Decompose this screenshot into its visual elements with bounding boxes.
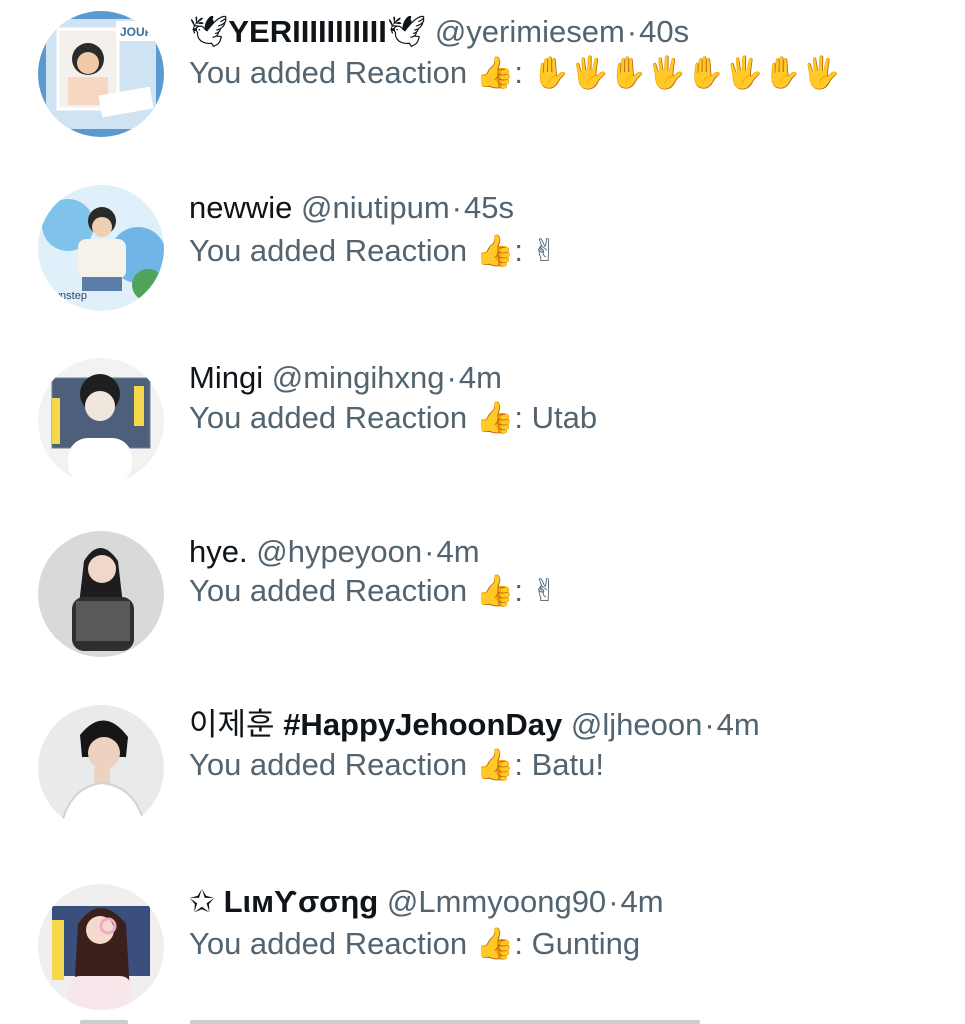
reply-line: You added Reaction 👍: Gunting bbox=[189, 926, 641, 962]
reply-line: You added Reaction 👍: ✋🖐✋🖐✋🖐✋🖐 bbox=[189, 55, 841, 91]
display-name[interactable]: newwie bbox=[189, 190, 292, 225]
avatar[interactable] bbox=[38, 884, 164, 1010]
reply-prefix: You added Reaction bbox=[189, 926, 468, 961]
thumbs-up-icon: 👍 bbox=[475, 400, 515, 436]
reply-value: ✌ bbox=[531, 233, 558, 269]
next-item-partial bbox=[0, 1012, 965, 1024]
reply-line: You added Reaction 👍: Batu! bbox=[189, 747, 604, 783]
display-name[interactable]: YERIIIIIIIIIII bbox=[228, 14, 386, 49]
thumbs-up-icon: 👍 bbox=[475, 55, 515, 91]
header-line: 이제훈 #HappyJehoonDay @ljheoon·4m bbox=[189, 705, 760, 745]
avatar-journey-frame-icon: JOUR bbox=[38, 11, 164, 137]
dot-separator: · bbox=[446, 360, 457, 395]
header-line: hye. @hypeyoon·4m bbox=[189, 532, 480, 572]
dove-icon: 🕊 bbox=[189, 14, 229, 50]
reply-prefix: You added Reaction bbox=[189, 400, 468, 435]
header-line: Mingi @mingihxng·4m bbox=[189, 358, 502, 398]
timestamp[interactable]: 4m bbox=[459, 360, 502, 395]
notification-item[interactable]: ownstep newwie @niutipum·45s You added R… bbox=[0, 175, 965, 335]
timestamp[interactable]: 4m bbox=[717, 707, 760, 742]
avatar[interactable]: JOUR bbox=[38, 11, 164, 137]
reply-prefix: You added Reaction bbox=[189, 573, 468, 608]
svg-text:JOUR: JOUR bbox=[120, 25, 154, 39]
avatar[interactable] bbox=[38, 531, 164, 657]
notification-item[interactable]: ✩ LιмƳσσηg @Lmmyoong90·4m You added Reac… bbox=[0, 880, 965, 1024]
thumbs-up-icon: 👍 bbox=[475, 233, 515, 269]
korean-name-prefix: 이제훈 bbox=[189, 707, 275, 742]
reply-prefix: You added Reaction bbox=[189, 747, 468, 782]
header-line: newwie @niutipum·45s bbox=[189, 188, 514, 228]
handle[interactable]: @mingihxng bbox=[272, 360, 445, 395]
timestamp[interactable]: 45s bbox=[464, 190, 514, 225]
notification-item[interactable]: hye. @hypeyoon·4m You added Reaction 👍: … bbox=[0, 525, 965, 685]
avatar-portrait-grey-icon bbox=[38, 531, 164, 657]
reply-prefix: You added Reaction bbox=[189, 55, 468, 90]
dot-separator: · bbox=[626, 14, 638, 49]
timestamp[interactable]: 4m bbox=[621, 884, 664, 919]
display-name[interactable]: Mingi bbox=[189, 360, 263, 395]
display-name[interactable]: LιмƳσσηg bbox=[224, 884, 379, 919]
reply-line: You added Reaction 👍: ✌ bbox=[189, 233, 558, 269]
reply-line: You added Reaction 👍: ✌ bbox=[189, 573, 558, 609]
dove-icon: 🕊 bbox=[386, 14, 427, 50]
timestamp[interactable]: 40s bbox=[639, 14, 689, 49]
avatar[interactable] bbox=[38, 705, 164, 831]
avatar-portrait-suit-icon bbox=[38, 705, 164, 831]
handle[interactable]: @niutipum bbox=[301, 190, 450, 225]
handle[interactable]: @hypeyoon bbox=[256, 534, 422, 569]
avatar-portrait-aphrodite-icon bbox=[38, 884, 164, 1010]
notification-feed: JOUR 🕊YERIIIIIIIIIII🕊 @yerimiesem·40s Yo… bbox=[0, 0, 965, 1024]
dot-separator: · bbox=[608, 884, 619, 919]
dot-separator: · bbox=[424, 534, 435, 569]
timestamp[interactable]: 4m bbox=[436, 534, 479, 569]
next-header-edge bbox=[190, 1020, 700, 1024]
avatar[interactable]: ownstep bbox=[38, 185, 164, 311]
notification-item[interactable]: 이제훈 #HappyJehoonDay @ljheoon·4m You adde… bbox=[0, 700, 965, 860]
dot-separator: · bbox=[704, 707, 715, 742]
reply-value: Gunting bbox=[531, 926, 641, 961]
avatar-portrait-grid-icon bbox=[38, 358, 164, 484]
svg-text:ownstep: ownstep bbox=[46, 290, 87, 302]
reply-value: Utab bbox=[531, 400, 598, 435]
handle[interactable]: @yerimiesem bbox=[435, 14, 625, 49]
handle[interactable]: @Lmmyoong90 bbox=[387, 884, 606, 919]
avatar[interactable] bbox=[38, 358, 164, 484]
display-name[interactable]: #HappyJehoonDay bbox=[283, 707, 562, 742]
next-avatar-edge bbox=[80, 1020, 128, 1024]
dot-separator: · bbox=[451, 190, 462, 225]
header-line: ✩ LιмƳσσηg @Lmmyoong90·4m bbox=[189, 882, 664, 922]
thumbs-up-icon: 👍 bbox=[475, 926, 515, 962]
notification-item[interactable]: JOUR 🕊YERIIIIIIIIIII🕊 @yerimiesem·40s Yo… bbox=[0, 0, 965, 160]
display-name[interactable]: hye. bbox=[189, 534, 248, 569]
reply-line: You added Reaction 👍: Utab bbox=[189, 400, 598, 436]
reply-value: ✋🖐✋🖐✋🖐✋🖐 bbox=[531, 55, 841, 91]
header-line: 🕊YERIIIIIIIIIII🕊 @yerimiesem·40s bbox=[189, 12, 689, 52]
notification-item[interactable]: Mingi @mingihxng·4m You added Reaction 👍… bbox=[0, 350, 965, 510]
avatar-blue-art-icon: ownstep bbox=[38, 185, 164, 311]
thumbs-up-icon: 👍 bbox=[475, 573, 515, 609]
handle[interactable]: @ljheoon bbox=[571, 707, 702, 742]
thumbs-up-icon: 👍 bbox=[475, 747, 515, 783]
star-outline-icon: ✩ bbox=[189, 884, 215, 920]
reply-value: ✌ bbox=[531, 573, 558, 609]
reply-value: Batu! bbox=[531, 747, 604, 782]
reply-prefix: You added Reaction bbox=[189, 233, 468, 268]
